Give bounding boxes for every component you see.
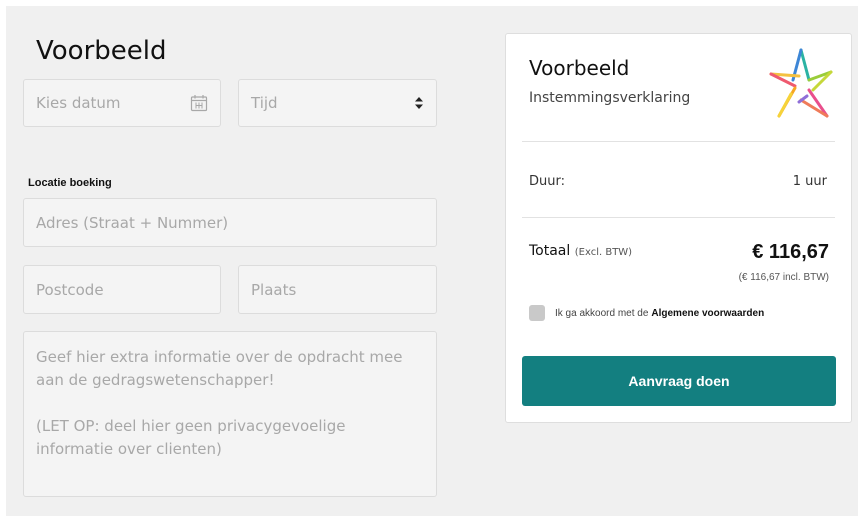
form-title: Voorbeeld — [36, 36, 167, 66]
submit-request-button[interactable]: Aanvraag doen — [522, 356, 836, 406]
total-price-incl: (€ 116,67 incl. BTW) — [738, 272, 829, 283]
terms-checkbox[interactable] — [529, 305, 545, 321]
total-label-text: Totaal — [529, 243, 571, 259]
time-select[interactable]: Tijd — [238, 79, 437, 127]
summary-title: Voorbeeld — [529, 56, 630, 80]
booking-summary-card: Voorbeeld Instemmingsverklaring Duur: 1 … — [505, 33, 852, 423]
calendar-icon — [190, 95, 208, 112]
date-input[interactable]: Kies datum — [23, 79, 221, 127]
notes-placeholder: Geef hier extra informatie over de opdra… — [36, 346, 424, 484]
time-placeholder: Tijd — [251, 94, 278, 112]
duration-label: Duur: — [529, 174, 565, 189]
total-label: Totaal (Excl. BTW) — [529, 243, 632, 259]
terms-text: Ik ga akkoord met de — [555, 307, 649, 319]
divider-middle — [522, 217, 835, 218]
postcode-input[interactable]: Postcode — [23, 265, 221, 314]
total-price: € 116,67 — [752, 241, 829, 263]
page-background: Voorbeeld Kies datum Tijd Locatie boekin… — [6, 6, 858, 516]
postcode-placeholder: Postcode — [36, 280, 104, 299]
terms-link[interactable]: Algemene voorwaarden — [651, 308, 764, 319]
divider-top — [522, 141, 835, 142]
star-logo-icon — [765, 44, 837, 124]
select-arrows-icon — [415, 97, 423, 109]
location-label: Locatie boeking — [28, 177, 112, 189]
notes-textarea[interactable]: Geef hier extra informatie over de opdra… — [23, 331, 437, 497]
notes-placeholder-line-1: Geef hier extra informatie over de opdra… — [36, 348, 403, 389]
terms-agreement: Ik ga akkoord met de Algemene voorwaarde… — [529, 305, 764, 321]
notes-placeholder-line-2: (LET OP: deel hier geen privacygevoelige… — [36, 417, 346, 458]
total-excl-note: (Excl. BTW) — [574, 247, 633, 258]
duration-value: 1 uur — [792, 174, 827, 189]
address-input[interactable]: Adres (Straat + Nummer) — [23, 198, 437, 247]
city-placeholder: Plaats — [251, 280, 297, 299]
city-input[interactable]: Plaats — [238, 265, 437, 314]
date-placeholder: Kies datum — [36, 94, 121, 112]
summary-subtitle: Instemmingsverklaring — [529, 90, 691, 106]
address-placeholder: Adres (Straat + Nummer) — [36, 213, 229, 232]
